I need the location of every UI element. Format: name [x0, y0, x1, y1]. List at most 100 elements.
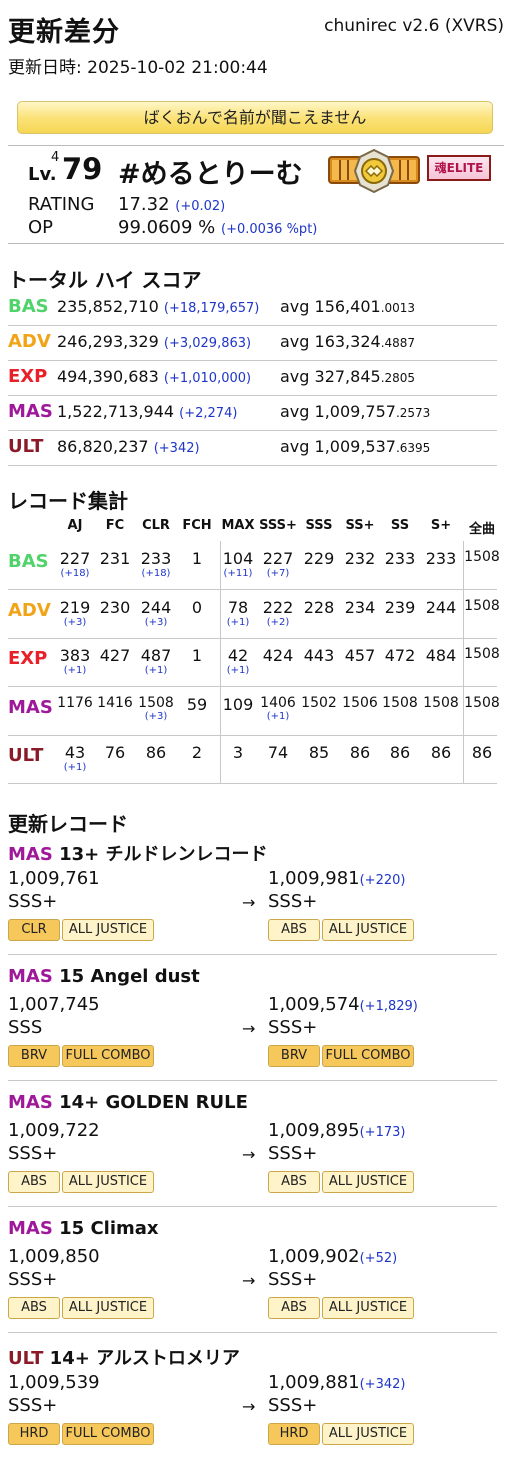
average-score-value: avg 1,009,537 [280, 437, 396, 456]
cell-diff: (+1) [144, 665, 168, 676]
update-record: MAS 13+ チルドレンレコード 1,009,761 SSS+ 1,009,981(… [8, 840, 497, 950]
table-cell: 86 [462, 743, 502, 762]
old-badge: ALL JUSTICE [62, 1297, 154, 1319]
new-score-value: 1,009,902 [268, 1246, 360, 1267]
song-level: 15 [59, 1218, 85, 1239]
cell-value: 1508 [464, 549, 500, 565]
total-score-diff: (+18,179,657) [163, 301, 260, 316]
table-cell: 1406 (+1) [258, 695, 298, 722]
table-cell: 2 [177, 743, 217, 762]
cell-value: 484 [425, 646, 457, 665]
table-cell: 227 (+18) [55, 549, 95, 579]
table-cell: 43 (+1) [55, 743, 95, 773]
new-score-diff: (+1,829) [359, 999, 418, 1014]
cell-diff: (+2) [266, 616, 290, 628]
table-cell: 1508 [462, 695, 502, 711]
cell-value: 86 [430, 743, 452, 762]
cell-value: 104 [222, 549, 254, 568]
updates-title: 更新レコード [8, 812, 128, 836]
old-badge: ABS [8, 1297, 60, 1319]
op-number: 99.0609 % [118, 217, 216, 238]
cell-value: 2 [191, 743, 203, 762]
average-score-decimal: .0013 [380, 301, 416, 315]
difficulty-label: MAS [8, 1218, 53, 1239]
total-score-diff: (+342) [153, 441, 200, 456]
cell-value: 1508 [138, 694, 174, 711]
table-cell: 1 [177, 646, 217, 665]
cell-diff: (+1) [266, 710, 290, 722]
table-cell: 233 (+18) [136, 549, 176, 579]
rating-number: 17.32 [118, 194, 170, 215]
app-version: chunirec v2.6 (XVRS) [324, 16, 504, 36]
table-cell: 0 [177, 598, 217, 617]
new-badge: ALL JUSTICE [322, 919, 414, 941]
arrow-icon: → [242, 893, 256, 912]
difficulty-label: ADV [8, 331, 51, 352]
table-cell: 1508 [462, 646, 502, 662]
average-score: avg 163,324.4887 [280, 332, 415, 351]
table-cell: 232 [340, 549, 380, 568]
new-badge: ALL JUSTICE [322, 1171, 414, 1193]
total-score-title: トータル ハイ スコア [8, 268, 202, 292]
score-row: MAS 1,522,713,944 (+2,274) avg 1,009,757.2… [8, 395, 497, 431]
cell-value: 86 [471, 743, 493, 762]
average-score-value: avg 156,401 [280, 297, 381, 316]
cell-value: 1416 [97, 694, 133, 711]
cell-value: 1508 [464, 694, 500, 711]
cell-diff: (+3) [144, 616, 168, 628]
table-divider [463, 541, 464, 783]
update-timestamp: 更新日時: 2025-10-02 21:00:44 [8, 58, 268, 78]
new-rank: SSS+ [268, 1395, 318, 1416]
table-cell: 228 [299, 598, 339, 617]
rating-diff: (+0.02) [175, 199, 226, 214]
total-score-value: 1,522,713,944 [57, 402, 175, 421]
old-score: 1,007,745 [8, 994, 100, 1015]
cell-value: 1 [191, 646, 203, 665]
new-score-value: 1,009,881 [268, 1372, 360, 1393]
new-score: 1,009,895(+173) [268, 1120, 405, 1141]
cell-value: 43 [64, 743, 86, 762]
table-cell: 1176 [55, 695, 95, 711]
table-cell: 233 [380, 549, 420, 568]
difficulty-label: MAS [8, 696, 53, 718]
table-header: S+ [430, 518, 452, 533]
table-header: 全曲 [468, 522, 495, 537]
new-score-diff: (+173) [359, 1125, 406, 1140]
song-level: 14+ [49, 1348, 90, 1369]
total-score-diff: (+1,010,000) [163, 371, 252, 386]
total-score-value: 235,852,710 [57, 297, 159, 316]
score-row: BAS 235,852,710 (+18,179,657) avg 156,401.… [8, 290, 497, 326]
song-name: GOLDEN RULE [105, 1092, 248, 1113]
table-cell: 231 [95, 549, 135, 568]
cell-value: 1508 [464, 646, 500, 662]
score-row: ULT 86,820,237 (+342) avg 1,009,537.6395 [8, 430, 497, 466]
arrow-icon: → [242, 1271, 256, 1290]
average-score: avg 1,009,757.2573 [280, 402, 430, 421]
cell-value: 228 [303, 597, 335, 617]
song-title: MAS 14+ GOLDEN RULE [8, 1092, 248, 1113]
old-rank: SSS+ [8, 1269, 58, 1290]
table-cell: 234 [340, 598, 380, 617]
new-score-value: 1,009,895 [268, 1120, 360, 1141]
table-cell: 1508 [462, 549, 502, 565]
table-cell: 230 [95, 598, 135, 617]
difficulty-label: MAS [8, 1092, 53, 1113]
difficulty-label: MAS [8, 401, 53, 422]
new-score-diff: (+342) [359, 1377, 406, 1392]
rating-label: RATING [28, 194, 95, 215]
cell-value: 1506 [342, 694, 378, 711]
op-diff: (+0.0036 %pt) [221, 222, 318, 237]
table-cell: 244 [421, 598, 461, 617]
cell-diff: (+11) [223, 568, 253, 579]
table-cell: 427 [95, 646, 135, 665]
cell-value: 383 [59, 646, 91, 665]
cell-value: 424 [262, 646, 294, 665]
divider [8, 243, 504, 244]
old-score: 1,009,761 [8, 868, 100, 889]
cell-value: 86 [389, 743, 411, 762]
cell-value: 231 [99, 549, 131, 568]
cell-value: 86 [349, 743, 371, 762]
cell-value: 457 [344, 646, 376, 665]
table-cell: 227 (+7) [258, 549, 298, 579]
table-row: EXP 383 (+1) 427 487 (+1) 1 42 (+1) 424 443 457 472 4… [8, 638, 500, 687]
